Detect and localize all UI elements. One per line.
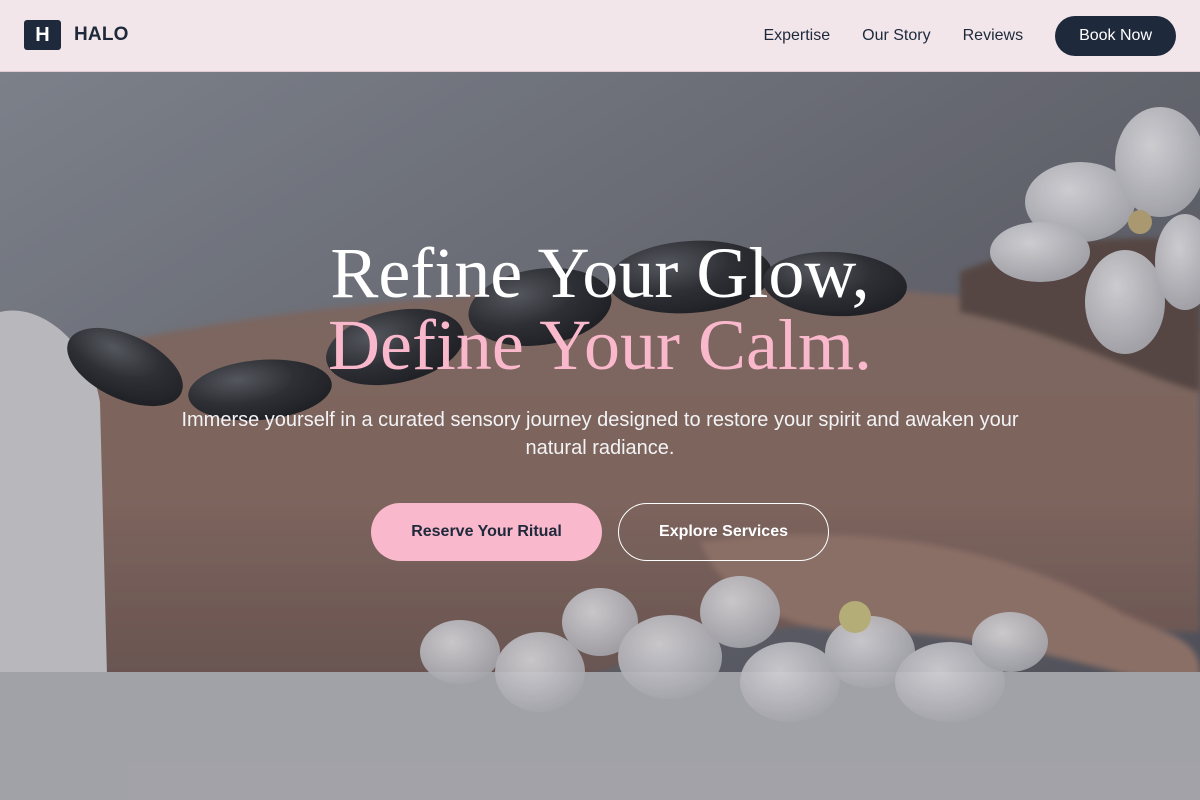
headline-line-1: Refine Your Glow,	[330, 233, 870, 313]
nav-links: Expertise Our Story Reviews Book Now	[763, 16, 1176, 56]
nav-link-reviews[interactable]: Reviews	[963, 16, 1023, 56]
nav-link-expertise[interactable]: Expertise	[763, 16, 830, 56]
top-navbar: H HALO Expertise Our Story Reviews Book …	[0, 0, 1200, 72]
hero-section: Refine Your Glow, Define Your Calm. Imme…	[0, 72, 1200, 800]
reserve-ritual-button[interactable]: Reserve Your Ritual	[371, 503, 602, 561]
brand-name: HALO	[74, 24, 129, 45]
headline-line-2: Define Your Calm.	[328, 305, 872, 385]
hero-cta-group: Reserve Your Ritual Explore Services	[0, 503, 1200, 561]
brand-logo[interactable]: H HALO	[24, 20, 129, 50]
book-now-button[interactable]: Book Now	[1055, 16, 1176, 56]
hero-subtitle: Immerse yourself in a curated sensory jo…	[181, 409, 1019, 459]
explore-services-button[interactable]: Explore Services	[618, 503, 829, 561]
hero-headline: Refine Your Glow, Define Your Calm.	[0, 237, 1200, 381]
logo-mark: H	[24, 20, 61, 50]
nav-link-our-story[interactable]: Our Story	[862, 16, 930, 56]
